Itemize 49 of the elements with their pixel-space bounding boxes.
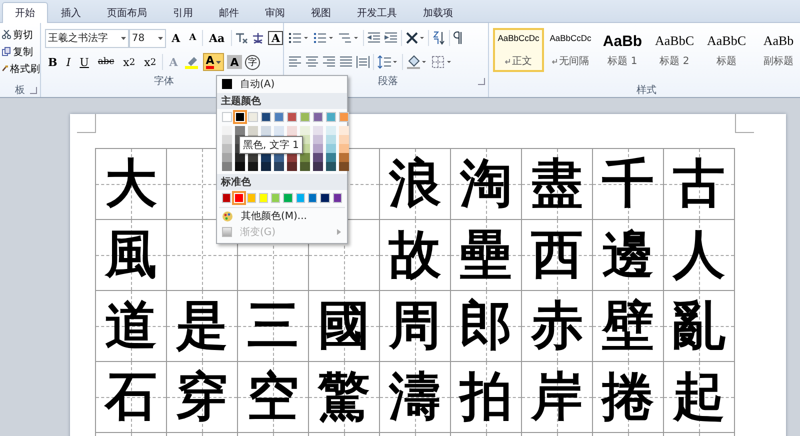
calligraphy-character: 郎 (460, 300, 512, 352)
group-label: 样式 (636, 84, 656, 97)
calligraphy-character: 壘 (460, 229, 512, 281)
calligraphy-character: 古 (673, 158, 725, 210)
calligraphy-character: 岸 (531, 371, 583, 423)
calligraphy-character: 故 (389, 229, 441, 281)
section-header: 主题颜色 (217, 93, 347, 109)
style-preview: AaBbCcDc (498, 33, 540, 43)
calligraphy-character: 浪 (389, 158, 441, 210)
calligraphy-character: 赤 (531, 300, 583, 352)
style-name: 无间隔 (559, 55, 589, 68)
calligraphy-character: 周 (389, 300, 441, 352)
calligraphy-character: 驚 (318, 371, 370, 423)
calligraphy-character: 三 (247, 300, 299, 352)
calligraphy-character: 風 (105, 229, 157, 281)
calligraphy-character: 西 (531, 229, 583, 281)
calligraphy-character: 石 (105, 371, 157, 423)
calligraphy-character: 捲 (602, 371, 654, 423)
style-preview: AaBbC (707, 33, 746, 49)
style-name: 标题 1 (608, 54, 638, 68)
calligraphy-character: 濤 (389, 371, 441, 423)
calligraphy-character: 道 (105, 300, 157, 352)
calligraphy-character: 盡 (531, 158, 583, 210)
calligraphy-character: 壁 (602, 300, 654, 352)
calligraphy-character: 人 (673, 229, 725, 281)
group-label: 段落 (378, 74, 398, 88)
style-name: 副标题 (764, 54, 794, 68)
style-preview: AaBbCcDc (550, 33, 592, 43)
calligraphy-character: 是 (176, 300, 228, 352)
tooltip: 黑色, 文字 1 (239, 136, 303, 154)
style-name: 标题 2 (660, 54, 690, 68)
calligraphy-character: 穿 (176, 371, 228, 423)
calligraphy-character: 亂 (673, 300, 725, 352)
group-label: 字体 (154, 74, 174, 88)
calligraphy-character: 千 (602, 158, 654, 210)
group-label: 板 (15, 84, 25, 97)
section-header: 标准色 (217, 174, 347, 190)
calligraphy-character: 國 (318, 300, 370, 352)
style-preview: AaBb (602, 33, 642, 50)
calligraphy-character: 空 (247, 371, 299, 423)
style-preview: AaBbC (655, 33, 694, 49)
calligraphy-character: 拍 (460, 371, 512, 423)
style-name: 正文 (512, 54, 532, 68)
calligraphy-character: 邊 (602, 229, 654, 281)
style-name: 标题 (716, 54, 736, 68)
style-preview: AaBb (763, 33, 794, 49)
calligraphy-character: 起 (673, 371, 725, 423)
calligraphy-character: 大 (105, 158, 157, 210)
calligraphy-character: 淘 (460, 158, 512, 210)
